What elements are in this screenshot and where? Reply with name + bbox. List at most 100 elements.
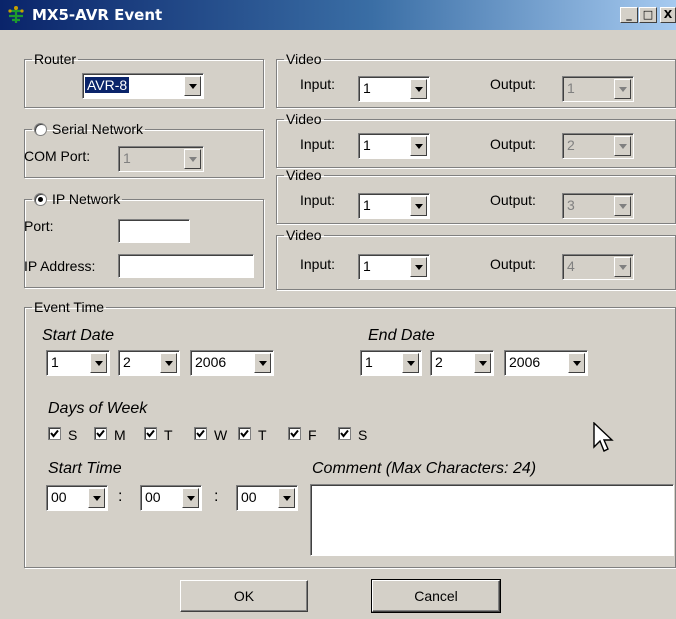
com-port-select[interactable]: 1 <box>118 146 204 172</box>
video-2-output-value: 2 <box>567 137 575 153</box>
chevron-down-icon[interactable] <box>88 488 105 508</box>
video-2-input-select[interactable]: 1 <box>358 133 430 159</box>
window-title: MX5-AVR Event <box>32 6 163 24</box>
cancel-button[interactable]: Cancel <box>371 579 501 613</box>
video-3-input-select[interactable]: 1 <box>358 193 430 219</box>
day-checkbox[interactable] <box>144 427 157 440</box>
video-legend: Video <box>286 167 322 183</box>
ip-network-label: IP Network <box>52 191 121 207</box>
days-of-week-label: Days of Week <box>48 400 148 417</box>
maximize-button[interactable]: □ <box>639 7 657 23</box>
day-checkbox[interactable] <box>238 427 251 440</box>
video-input-label: Input: <box>300 76 336 92</box>
start-second-select[interactable]: 00 <box>236 485 298 511</box>
day-label: T <box>164 427 173 443</box>
start-minute-value: 00 <box>145 489 161 505</box>
day-label: W <box>214 427 228 443</box>
ok-button[interactable]: OK <box>180 580 308 612</box>
start-hour-select[interactable]: 00 <box>46 485 108 511</box>
com-port-label: COM Port: <box>24 148 91 164</box>
start-second-value: 00 <box>241 489 257 505</box>
router-legend: Router <box>34 51 77 67</box>
start-minute-select[interactable]: 00 <box>140 485 202 511</box>
video-legend: Video <box>286 51 322 67</box>
chevron-down-icon[interactable] <box>410 136 427 156</box>
video-output-label: Output: <box>490 192 536 208</box>
start-year-select[interactable]: 2006 <box>190 350 274 376</box>
end-year-value: 2006 <box>509 354 541 370</box>
video-4-output-select[interactable]: 4 <box>562 254 634 280</box>
video-1-output-value: 1 <box>567 80 575 96</box>
chevron-down-icon[interactable] <box>184 149 201 169</box>
port-input[interactable] <box>118 219 190 243</box>
day-label: F <box>308 427 317 443</box>
day-label: S <box>358 427 368 443</box>
time-separator: : <box>214 488 219 505</box>
cancel-label: Cancel <box>414 588 458 604</box>
chevron-down-icon[interactable] <box>614 79 631 99</box>
video-input-label: Input: <box>300 256 336 272</box>
start-month-value: 1 <box>51 354 59 370</box>
event-time-legend: Event Time <box>34 299 105 315</box>
end-day-select[interactable]: 2 <box>430 350 494 376</box>
video-3-output-value: 3 <box>567 197 575 213</box>
start-time-label: Start Time <box>48 460 122 477</box>
ip-network-radio[interactable] <box>34 193 47 206</box>
start-day-value: 2 <box>123 354 131 370</box>
video-input-label: Input: <box>300 136 336 152</box>
day-checkbox[interactable] <box>48 427 61 440</box>
start-date-label: Start Date <box>42 327 115 344</box>
video-legend: Video <box>286 227 322 243</box>
serial-network-radio[interactable] <box>34 123 47 136</box>
chevron-down-icon[interactable] <box>410 196 427 216</box>
chevron-down-icon[interactable] <box>402 353 419 373</box>
chevron-down-icon[interactable] <box>160 353 177 373</box>
comment-textarea[interactable] <box>310 484 674 556</box>
chevron-down-icon[interactable] <box>184 76 201 96</box>
video-2-output-select[interactable]: 2 <box>562 133 634 159</box>
chevron-down-icon[interactable] <box>410 257 427 277</box>
chevron-down-icon[interactable] <box>474 353 491 373</box>
chevron-down-icon[interactable] <box>410 79 427 99</box>
day-checkbox[interactable] <box>94 427 107 440</box>
end-month-value: 1 <box>365 354 373 370</box>
port-label: Port: <box>24 218 54 234</box>
video-3-output-select[interactable]: 3 <box>562 193 634 219</box>
video-legend: Video <box>286 111 322 127</box>
com-port-value: 1 <box>123 150 131 166</box>
router-value: AVR-8 <box>85 77 130 93</box>
day-label: M <box>114 427 126 443</box>
serial-network-label: Serial Network <box>52 121 144 137</box>
day-label: T <box>258 427 267 443</box>
close-button[interactable]: X <box>660 7 676 23</box>
ip-address-label: IP Address: <box>24 258 96 274</box>
chevron-down-icon[interactable] <box>90 353 107 373</box>
minimize-button[interactable]: _ <box>620 7 638 23</box>
title-bar[interactable]: MX5-AVR Event _ □ X <box>0 0 676 30</box>
video-1-input-select[interactable]: 1 <box>358 76 430 102</box>
day-label: S <box>68 427 78 443</box>
day-checkbox[interactable] <box>288 427 301 440</box>
end-month-select[interactable]: 1 <box>360 350 422 376</box>
chevron-down-icon[interactable] <box>568 353 585 373</box>
ip-address-input[interactable] <box>118 254 254 278</box>
chevron-down-icon[interactable] <box>278 488 295 508</box>
router-select[interactable]: AVR-8 <box>82 73 204 99</box>
chevron-down-icon[interactable] <box>254 353 271 373</box>
comment-label: Comment (Max Characters: 24) <box>312 460 537 477</box>
chevron-down-icon[interactable] <box>614 136 631 156</box>
start-year-value: 2006 <box>195 354 227 370</box>
day-checkbox[interactable] <box>338 427 351 440</box>
end-year-select[interactable]: 2006 <box>504 350 588 376</box>
mouse-pointer-icon <box>593 422 614 452</box>
start-month-select[interactable]: 1 <box>46 350 110 376</box>
start-day-select[interactable]: 2 <box>118 350 180 376</box>
chevron-down-icon[interactable] <box>614 196 631 216</box>
chevron-down-icon[interactable] <box>614 257 631 277</box>
day-checkbox[interactable] <box>194 427 207 440</box>
time-separator: : <box>118 488 123 505</box>
video-1-output-select[interactable]: 1 <box>562 76 634 102</box>
video-4-input-select[interactable]: 1 <box>358 254 430 280</box>
end-date-label: End Date <box>368 327 435 344</box>
chevron-down-icon[interactable] <box>182 488 199 508</box>
